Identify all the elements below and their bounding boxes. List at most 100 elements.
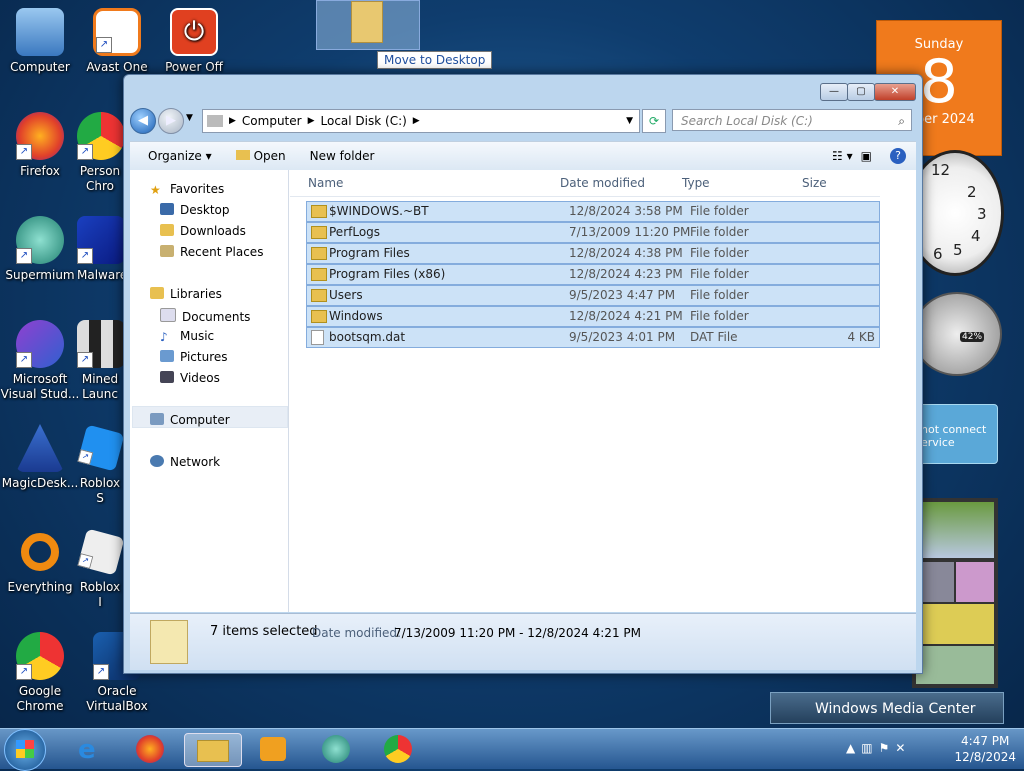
preview-pane-icon[interactable]: ▣: [861, 149, 872, 163]
address-bar[interactable]: ▶ Computer ▶ Local Disk (C:) ▶ ▼: [202, 109, 640, 133]
taskbar: e ▲▥⚑✕ 4:47 PM 12/8/2024: [0, 728, 1024, 771]
file-type: File folder: [690, 288, 749, 302]
network-tray-icon[interactable]: ▥: [861, 741, 878, 755]
desktop-icon-malwarebytes[interactable]: ↗ Malware: [77, 216, 123, 283]
open-button[interactable]: Open: [230, 147, 292, 165]
media-center-gadget[interactable]: Windows Media Center: [770, 692, 1004, 724]
network-icon: [150, 455, 164, 467]
desktop-icon-google-chrome[interactable]: ↗ Google Chrome: [0, 632, 80, 714]
nav-label: Desktop: [180, 203, 230, 217]
desktop-icon-label: Computer: [10, 60, 70, 74]
taskbar-supermium[interactable]: [318, 733, 354, 765]
close-button[interactable]: ✕: [874, 83, 916, 101]
breadcrumb-separator-icon[interactable]: ▶: [413, 116, 420, 126]
taskbar-internet-explorer[interactable]: e: [72, 733, 108, 765]
new-folder-button[interactable]: New folder: [304, 147, 381, 165]
file-row[interactable]: Program Files (x86) 12/8/2024 4:23 PM File…: [306, 264, 880, 285]
slideshow-gadget[interactable]: [912, 498, 998, 688]
start-button[interactable]: [4, 729, 46, 771]
shortcut-arrow-icon: ↗: [16, 664, 32, 680]
file-row[interactable]: bootsqm.dat 9/5/2023 4:01 PM DAT File 4 KB: [306, 327, 880, 348]
nav-recent-places[interactable]: Recent Places: [160, 245, 263, 259]
desktop-icon: [160, 203, 174, 215]
maximize-button[interactable]: ▢: [847, 83, 875, 101]
search-icon[interactable]: ⌕: [898, 110, 905, 132]
address-dropdown-icon[interactable]: ▼: [626, 116, 633, 126]
nav-pictures[interactable]: Pictures: [160, 350, 228, 364]
desktop-icon-avast[interactable]: ↗ Avast One: [77, 8, 157, 75]
command-bar: Organize ▾ Open New folder ☷ ▾ ▣ ?: [130, 141, 916, 171]
desktop-icon-personal-chrome[interactable]: ↗ Person Chro: [77, 112, 123, 194]
refresh-button[interactable]: ⟳: [642, 109, 666, 133]
nav-music[interactable]: ♪ Music: [160, 329, 214, 344]
desktop-icon-minecraft-launcher[interactable]: ↗ Mined Launc: [77, 320, 123, 402]
breadcrumb-separator-icon[interactable]: ▶: [308, 116, 315, 126]
forward-button[interactable]: ▶: [158, 108, 184, 134]
file-row[interactable]: $WINDOWS.~BT 12/8/2024 3:58 PM File folder: [306, 201, 880, 222]
taskbar-firefox[interactable]: [132, 733, 168, 765]
desktop-icon-label: Firefox: [20, 164, 60, 178]
column-header: Name Date modified Type Size: [290, 170, 880, 197]
desktop-icon-everything[interactable]: Everything: [0, 528, 80, 595]
breadcrumb-local-disk[interactable]: Local Disk (C:): [321, 114, 407, 128]
nav-desktop[interactable]: Desktop: [160, 203, 230, 217]
taskbar-chrome[interactable]: [380, 733, 416, 765]
organize-button[interactable]: Organize ▾: [142, 147, 218, 165]
weather-gadget[interactable]: not connect ervice: [912, 404, 998, 464]
show-hidden-icons-icon[interactable]: ▲: [846, 741, 861, 755]
column-date-modified[interactable]: Date modified: [560, 176, 645, 190]
shortcut-arrow-icon: ↗: [77, 248, 93, 264]
file-row[interactable]: Users 9/5/2023 4:47 PM File folder: [306, 285, 880, 306]
desktop-icon-roblox-player[interactable]: ↗ Roblox I: [77, 528, 123, 610]
system-tray-icons[interactable]: ▲▥⚑✕: [846, 741, 911, 755]
nav-computer[interactable]: Computer: [150, 413, 230, 427]
drag-tooltip: Move to Desktop: [377, 51, 493, 69]
breadcrumb-separator-icon[interactable]: ▶: [229, 116, 236, 126]
nav-label: Videos: [180, 371, 220, 385]
desktop-icon-label: MagicDesk...: [1, 476, 79, 490]
nav-favorites[interactable]: ★ Favorites: [150, 182, 225, 197]
change-view-icon[interactable]: ☷ ▾: [832, 149, 853, 163]
minecraft-icon: ↗: [77, 320, 123, 368]
nav-libraries[interactable]: Libraries: [150, 287, 222, 301]
desktop-icon-firefox[interactable]: ↗ Firefox: [0, 112, 80, 179]
file-row[interactable]: Windows 12/8/2024 4:21 PM File folder: [306, 306, 880, 327]
minimize-button[interactable]: —: [820, 83, 848, 101]
nav-documents[interactable]: Documents: [160, 308, 250, 324]
help-icon[interactable]: ?: [890, 148, 906, 164]
clock[interactable]: 4:47 PM 12/8/2024: [954, 733, 1016, 765]
nav-videos[interactable]: Videos: [160, 371, 220, 385]
file-name: Program Files: [329, 246, 410, 260]
column-name[interactable]: Name: [308, 176, 343, 190]
file-name: Windows: [329, 309, 383, 323]
taskbar-explorer[interactable]: [184, 733, 242, 767]
file-row[interactable]: PerfLogs 7/13/2009 11:20 PM File folder: [306, 222, 880, 243]
desktop-icon-magicdesk[interactable]: MagicDesk...: [0, 424, 80, 491]
nav-network[interactable]: Network: [150, 455, 220, 469]
flag-icon[interactable]: ⚑: [879, 741, 896, 755]
desktop-icon-computer[interactable]: Computer: [0, 8, 80, 75]
back-button[interactable]: ◀: [130, 108, 156, 134]
desktop-icon-supermium[interactable]: ↗ Supermium: [0, 216, 80, 283]
breadcrumb-computer[interactable]: Computer: [242, 114, 302, 128]
malwarebytes-icon: ↗: [77, 216, 123, 264]
search-input[interactable]: Search Local Disk (C:) ⌕: [672, 109, 912, 131]
clock-number: 12: [931, 161, 951, 179]
cpu-meter-gadget[interactable]: 42%: [912, 292, 1002, 376]
nav-downloads[interactable]: Downloads: [160, 224, 246, 238]
nav-label: Favorites: [170, 182, 225, 196]
taskbar-media-player[interactable]: [256, 733, 292, 765]
shortcut-arrow-icon: ↗: [77, 352, 93, 368]
file-row[interactable]: Program Files 12/8/2024 4:38 PM File folde…: [306, 243, 880, 264]
desktop-icon-power-off[interactable]: ⏻ Power Off: [154, 8, 234, 75]
column-size[interactable]: Size: [802, 176, 827, 190]
recent-pages-dropdown-icon[interactable]: ▼: [186, 113, 193, 123]
computer-icon: [16, 8, 64, 56]
file-date: 9/5/2023 4:01 PM: [569, 330, 676, 344]
desktop-icon-roblox-studio[interactable]: ↗ Roblox S: [77, 424, 123, 506]
column-type[interactable]: Type: [682, 176, 710, 190]
firefox-icon: [136, 735, 164, 763]
desktop-icon-visual-studio[interactable]: ↗ Microsoft Visual Stud...: [0, 320, 80, 402]
volume-muted-icon[interactable]: ✕: [895, 741, 911, 755]
explorer-window[interactable]: — ▢ ✕ ◀ ▶ ▼ ▶ Computer ▶ Local Disk (C:)…: [123, 74, 923, 674]
